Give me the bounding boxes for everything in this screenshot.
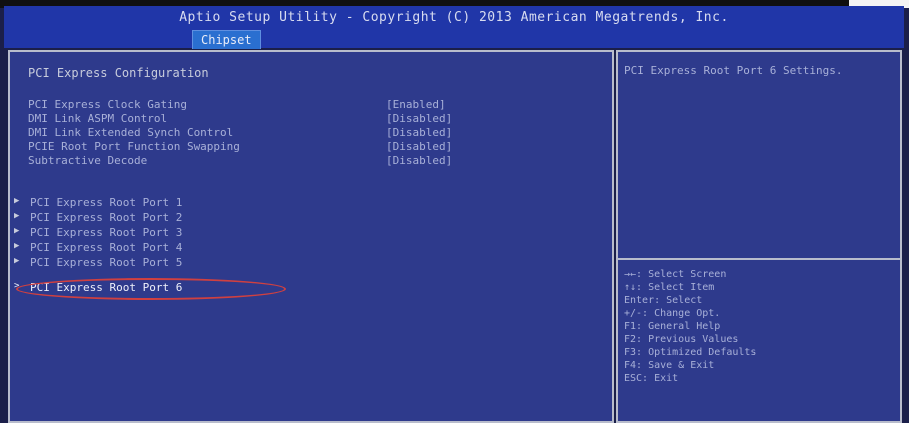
- bios-header: Aptio Setup Utility - Copyright (C) 2013…: [4, 6, 904, 49]
- setting-label: PCI Express Clock Gating: [28, 98, 187, 111]
- submenu-arrow-icon: ▶: [14, 256, 20, 266]
- setting-label: Subtractive Decode: [28, 154, 148, 167]
- setting-label: DMI Link ASPM Control: [28, 112, 168, 125]
- help-divider: [618, 258, 900, 260]
- main-panel: PCI Express Configuration PCI Express Cl…: [8, 50, 614, 423]
- key-optimized-defaults: F3: Optimized Defaults: [624, 347, 757, 358]
- setting-label: PCIE Root Port Function Swapping: [28, 140, 240, 153]
- key-save-exit: F4: Save & Exit: [624, 360, 715, 371]
- key-enter-select: Enter: Select: [624, 295, 703, 306]
- section-title: PCI Express Configuration: [28, 66, 209, 80]
- submenu-label: PCI Express Root Port 5: [30, 256, 183, 269]
- setting-value[interactable]: [Disabled]: [386, 112, 452, 125]
- setting-value[interactable]: [Disabled]: [386, 154, 452, 167]
- key-legend: →←: Select Screen ↑↓: Select Item Enter:…: [624, 268, 894, 385]
- submenu-arrow-icon: ▶: [14, 226, 20, 236]
- setting-value[interactable]: [Enabled]: [386, 98, 446, 111]
- key-esc-exit: ESC: Exit: [624, 373, 679, 384]
- item-help-text: PCI Express Root Port 6 Settings.: [624, 64, 843, 77]
- header-title: Aptio Setup Utility - Copyright (C) 2013…: [179, 10, 729, 25]
- submenu-root-port-3[interactable]: ▶ PCI Express Root Port 3: [14, 226, 314, 241]
- submenu-label: PCI Express Root Port 1: [30, 196, 183, 209]
- submenu-arrow-icon: ▶: [14, 196, 20, 206]
- setting-pcie-function-swapping[interactable]: PCIE Root Port Function Swapping [Disabl…: [28, 140, 588, 154]
- submenu-label: PCI Express Root Port 2: [30, 211, 183, 224]
- setting-clock-gating[interactable]: PCI Express Clock Gating [Enabled]: [28, 98, 588, 112]
- setting-dmi-extended-synch[interactable]: DMI Link Extended Synch Control [Disable…: [28, 126, 588, 140]
- key-change-opt: +/-: Change Opt.: [624, 308, 721, 319]
- setting-dmi-aspm[interactable]: DMI Link ASPM Control [Disabled]: [28, 112, 588, 126]
- red-highlight-annotation: [16, 278, 286, 300]
- submenu-root-port-2[interactable]: ▶ PCI Express Root Port 2: [14, 211, 314, 226]
- submenu-root-port-4[interactable]: ▶ PCI Express Root Port 4: [14, 241, 314, 256]
- key-general-help: F1: General Help: [624, 321, 721, 332]
- tab-chipset[interactable]: Chipset: [192, 30, 261, 49]
- setting-value[interactable]: [Disabled]: [386, 126, 452, 139]
- help-panel: PCI Express Root Port 6 Settings. →←: Se…: [616, 50, 902, 423]
- submenu-root-port-5[interactable]: ▶ PCI Express Root Port 5: [14, 256, 314, 271]
- key-previous-values: F2: Previous Values: [624, 334, 739, 345]
- submenu-label: PCI Express Root Port 4: [30, 241, 183, 254]
- submenu-arrow-icon: ▶: [14, 241, 20, 251]
- key-select-item: ↑↓: Select Item: [624, 282, 715, 293]
- submenu-root-port-1[interactable]: ▶ PCI Express Root Port 1: [14, 196, 314, 211]
- submenu-label: PCI Express Root Port 3: [30, 226, 183, 239]
- setting-label: DMI Link Extended Synch Control: [28, 126, 234, 139]
- setting-subtractive-decode[interactable]: Subtractive Decode [Disabled]: [28, 154, 588, 168]
- submenu-arrow-icon: ▶: [14, 211, 20, 221]
- key-select-screen: →←: Select Screen: [624, 269, 727, 280]
- setting-value[interactable]: [Disabled]: [386, 140, 452, 153]
